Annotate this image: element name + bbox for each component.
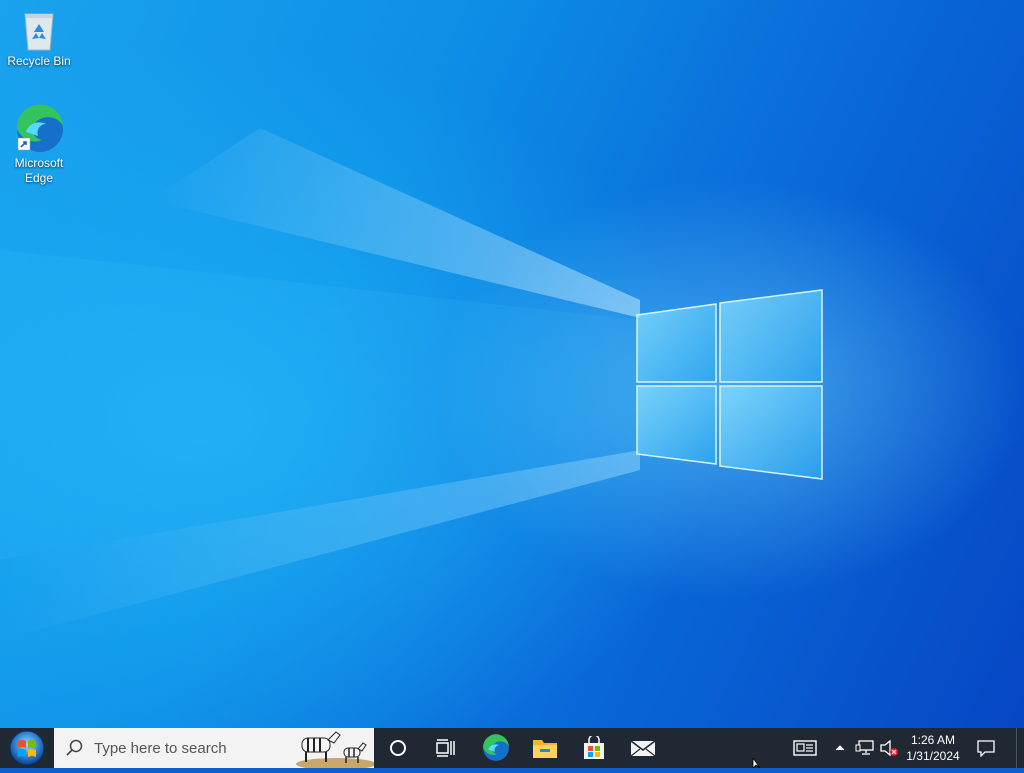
windows-orb-icon: [9, 730, 45, 766]
recycle-bin-icon: [24, 13, 54, 51]
chevron-up-icon: [835, 745, 845, 751]
clock-time: 1:26 AM: [910, 733, 956, 747]
store-bag-icon: [584, 736, 604, 759]
taskbar-search-box[interactable]: Type here to search: [54, 728, 374, 768]
desktop-icon-label: Recycle Bin: [7, 54, 71, 68]
network-icon: [855, 740, 874, 755]
cortana-button[interactable]: [374, 728, 422, 768]
edge-icon: [16, 104, 63, 152]
volume-button[interactable]: [877, 728, 901, 768]
microsoft-store-button[interactable]: [570, 728, 618, 768]
taskbar-edge-button[interactable]: [472, 728, 520, 768]
search-highlight-zebra-icon: [296, 731, 374, 768]
mouse-cursor-icon: [752, 758, 761, 768]
task-view-button[interactable]: [422, 728, 470, 768]
search-placeholder: Type here to search: [94, 739, 227, 757]
show-desktop-button[interactable]: [1016, 728, 1024, 768]
news-and-interests-button[interactable]: [788, 728, 822, 768]
volume-muted-icon: [880, 739, 898, 757]
desktop-icon-recycle-bin[interactable]: Recycle Bin: [2, 6, 76, 69]
search-icon: [54, 739, 94, 757]
edge-icon: [483, 734, 509, 761]
windows-logo-wallpaper: [636, 289, 823, 480]
news-icon: [793, 740, 817, 756]
show-hidden-icons-button[interactable]: [831, 728, 849, 768]
start-button[interactable]: [0, 728, 54, 768]
mail-icon: [630, 740, 656, 757]
action-center-button[interactable]: [970, 728, 1002, 768]
taskbar: Type here to search 1:26 AM 1/31/2024: [0, 728, 1024, 768]
desktop-icon-label: Microsoft Edge: [14, 156, 64, 185]
folder-icon: [533, 740, 557, 758]
file-explorer-button[interactable]: [521, 728, 569, 768]
clock-date: 1/31/2024: [906, 749, 960, 763]
network-button[interactable]: [853, 728, 877, 768]
taskbar-clock[interactable]: 1:26 AM 1/31/2024: [900, 728, 966, 768]
circle-icon: [390, 740, 406, 756]
task-view-icon: [436, 739, 455, 757]
desktop[interactable]: Recycle Bin Microsoft Edge: [0, 0, 1024, 728]
mail-button[interactable]: [619, 728, 667, 768]
desktop-icon-microsoft-edge[interactable]: Microsoft Edge: [2, 104, 76, 186]
action-center-icon: [977, 740, 995, 757]
